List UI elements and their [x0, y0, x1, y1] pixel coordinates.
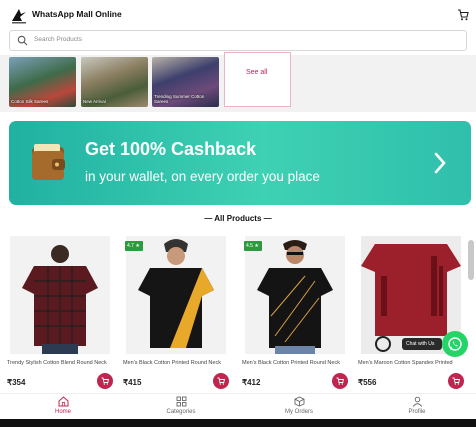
- banner-subtitle: in your wallet, on every order you place: [85, 169, 320, 184]
- system-bar: [0, 419, 476, 427]
- banner-title: Get 100% Cashback: [85, 139, 257, 159]
- grid-icon: [176, 396, 186, 407]
- product-name: Trendy Stylish Cotton Blend Round Neck: [7, 360, 107, 366]
- product-price: ₹415: [123, 378, 142, 387]
- user-icon: [412, 396, 422, 407]
- cart-icon: [336, 377, 344, 385]
- rating-badge: 4.5 ★: [244, 241, 262, 251]
- nav-label: Home: [54, 409, 71, 415]
- nav-profile[interactable]: Profile: [377, 396, 457, 415]
- nav-label: Profile: [408, 409, 426, 415]
- add-to-cart-button[interactable]: [448, 373, 464, 389]
- see-all-link[interactable]: See all: [246, 69, 267, 76]
- scrollbar-thumb[interactable]: [468, 240, 474, 280]
- product-image[interactable]: [126, 236, 226, 354]
- search-bar[interactable]: Search Products: [9, 30, 467, 51]
- bird-logo-icon[interactable]: [10, 5, 28, 25]
- nav-my-orders[interactable]: My Orders: [259, 396, 339, 415]
- whatsapp-icon: [448, 337, 462, 351]
- add-to-cart-button[interactable]: [332, 373, 348, 389]
- section-heading: — All Products —: [204, 214, 272, 223]
- chevron-right-icon[interactable]: [433, 151, 447, 175]
- add-to-cart-button[interactable]: [213, 373, 229, 389]
- cart-icon[interactable]: [457, 9, 469, 21]
- chat-label[interactable]: Chat with Us: [402, 338, 442, 350]
- section-title: All Products: [214, 214, 262, 223]
- product-name: Men's Maroon Cotton Spandex Printed: [358, 360, 453, 366]
- product-price: ₹556: [358, 378, 377, 387]
- product-card[interactable]: 4.7 ★ Men's Black Cotton Printed Round N…: [121, 235, 235, 393]
- app-header: WhatsApp Mall Online: [0, 0, 476, 30]
- cart-icon: [101, 377, 109, 385]
- box-icon: [294, 396, 304, 407]
- cart-icon: [217, 377, 225, 385]
- category-label: Cotton Silk Sarees: [11, 99, 49, 104]
- nav-label: My Orders: [284, 409, 313, 415]
- add-to-cart-button[interactable]: [97, 373, 113, 389]
- nav-categories[interactable]: Categories: [141, 396, 221, 415]
- cashback-banner[interactable]: Get 100% Cashback in your wallet, on eve…: [9, 121, 471, 205]
- nav-home[interactable]: Home: [23, 396, 103, 415]
- see-all-card[interactable]: [224, 52, 291, 107]
- category-label: New Arrival: [83, 99, 106, 104]
- product-card[interactable]: Trendy Stylish Cotton Blend Round Neck ₹…: [5, 235, 119, 393]
- app-title: WhatsApp Mall Online: [32, 9, 122, 19]
- product-image[interactable]: [10, 236, 110, 354]
- product-price: ₹412: [242, 378, 261, 387]
- product-image[interactable]: [245, 236, 345, 354]
- product-card[interactable]: 4.5 ★ Men's Black Cotton Printed Round N…: [240, 235, 354, 393]
- category-label: Trending Summer Cotton Sarees: [154, 94, 205, 104]
- bottom-navigation: Home Categories My Orders Profile: [0, 393, 476, 419]
- rating-badge: 4.7 ★: [125, 241, 143, 251]
- product-price: ₹354: [7, 378, 26, 387]
- whatsapp-chat-button[interactable]: [442, 331, 468, 357]
- category-card[interactable]: New Arrival: [81, 57, 148, 107]
- home-icon: [58, 396, 68, 407]
- wallet-icon: [32, 144, 65, 180]
- nav-label: Categories: [166, 409, 196, 415]
- product-name: Men's Black Cotton Printed Round Neck: [123, 360, 221, 366]
- category-card[interactable]: Trending Summer Cotton Sarees: [152, 57, 219, 107]
- product-name: Men's Black Cotton Printed Round Neck: [242, 360, 340, 366]
- cart-icon: [452, 377, 460, 385]
- category-card[interactable]: Cotton Silk Sarees: [9, 57, 76, 107]
- product-card[interactable]: Men's Maroon Cotton Spandex Printed ₹556: [356, 235, 470, 393]
- search-icon: [17, 35, 28, 46]
- search-input[interactable]: Search Products: [34, 36, 82, 43]
